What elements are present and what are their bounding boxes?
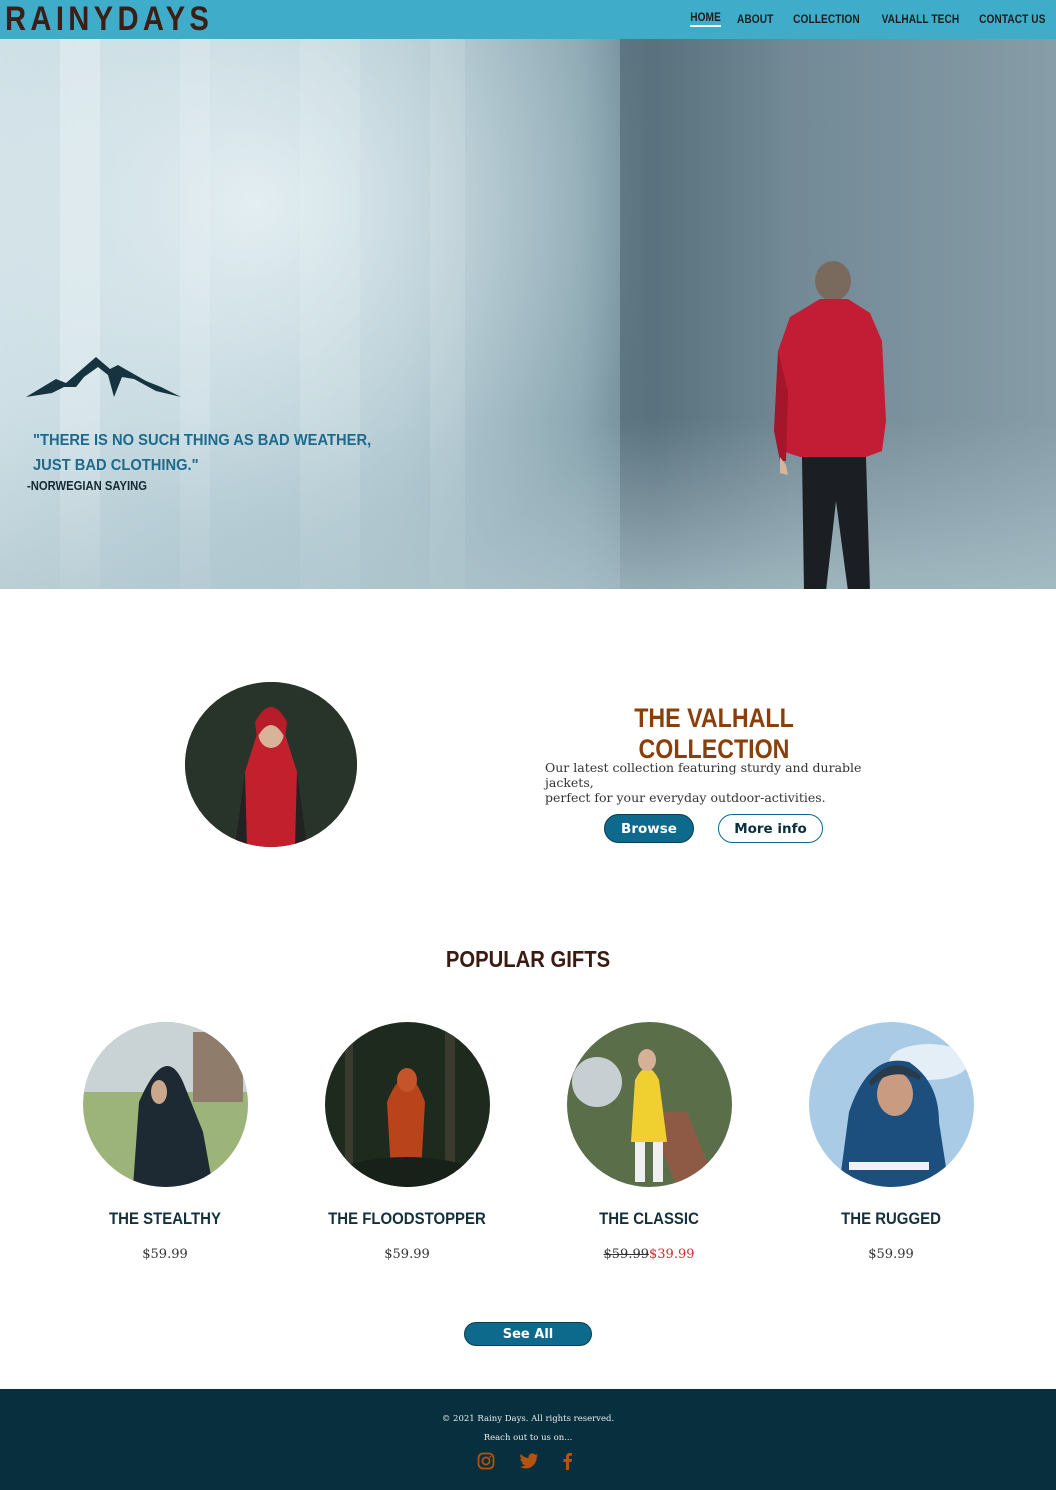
product-price: $59.99 — [868, 1247, 914, 1262]
browse-button[interactable]: Browse — [604, 814, 694, 843]
nav-collection[interactable]: COLLECTION — [793, 14, 860, 26]
footer-copyright: © 2021 Rainy Days. All rights reserved. — [441, 1414, 615, 1424]
hero-quote-line2: JUST BAD CLOTHING." — [33, 457, 199, 474]
product-price: $59.99 — [384, 1247, 430, 1262]
instagram-icon[interactable] — [477, 1452, 495, 1470]
site-logo[interactable]: RAINYDAYS — [5, 0, 213, 39]
more-info-button[interactable]: More info — [718, 814, 823, 843]
product-name[interactable]: THE STEALTHY — [77, 1209, 253, 1229]
product-name[interactable]: THE CLASSIC — [561, 1209, 737, 1229]
product-name[interactable]: THE RUGGED — [803, 1209, 979, 1229]
see-all-button[interactable]: See All — [464, 1322, 592, 1346]
nav-valhall-tech[interactable]: VALHALL TECH — [882, 14, 960, 26]
nav-contact-us[interactable]: CONTACT US — [980, 14, 1046, 26]
hero-quote-source: -NORWEGIAN SAYING — [27, 479, 148, 493]
mountain-icon — [26, 357, 181, 397]
nav-home[interactable]: HOME — [690, 12, 722, 27]
product-price: $59.99$39.99 — [549, 1247, 749, 1262]
product-image-stealthy[interactable] — [82, 1022, 248, 1187]
collection-description: Our latest collection featuring sturdy a… — [545, 760, 862, 805]
hero-person-image — [774, 261, 886, 589]
product-card[interactable]: THE RUGGED $59.99 — [791, 1022, 991, 1262]
product-sale-price: $39.99 — [649, 1247, 695, 1262]
product-image-floodstopper[interactable] — [324, 1022, 490, 1187]
nav-about[interactable]: ABOUT — [737, 14, 773, 26]
collection-image — [185, 682, 357, 847]
main-nav: HOME ABOUT COLLECTION VALHALL TECH CONTA… — [675, 0, 1046, 39]
product-price: $59.99 — [142, 1247, 188, 1262]
collection-title: THE VALHALL COLLECTION — [634, 703, 794, 764]
site-header: RAINYDAYS HOME ABOUT COLLECTION VALHALL … — [0, 0, 1056, 39]
footer-reach-text: Reach out to us on... — [483, 1433, 573, 1443]
hero-quote: "THERE IS NO SUCH THING AS BAD WEATHER, … — [33, 428, 371, 478]
social-links — [0, 1452, 1056, 1470]
twitter-icon[interactable] — [519, 1452, 538, 1470]
product-card[interactable]: THE STEALTHY $59.99 — [65, 1022, 265, 1262]
hero-quote-line1: "THERE IS NO SUCH THING AS BAD WEATHER, — [33, 432, 372, 449]
popular-gifts-title: POPULAR GIFTS — [445, 946, 611, 972]
product-card[interactable]: THE CLASSIC $59.99$39.99 — [549, 1022, 749, 1262]
product-old-price: $59.99 — [603, 1247, 650, 1262]
hero-banner: "THERE IS NO SUCH THING AS BAD WEATHER, … — [0, 39, 1056, 589]
product-name[interactable]: THE FLOODSTOPPER — [319, 1209, 495, 1229]
product-image-rugged[interactable] — [808, 1022, 974, 1187]
facebook-icon[interactable] — [561, 1452, 579, 1470]
product-image-classic[interactable] — [566, 1022, 732, 1187]
site-footer: © 2021 Rainy Days. All rights reserved. … — [0, 1389, 1056, 1490]
product-card[interactable]: THE FLOODSTOPPER $59.99 — [307, 1022, 507, 1262]
